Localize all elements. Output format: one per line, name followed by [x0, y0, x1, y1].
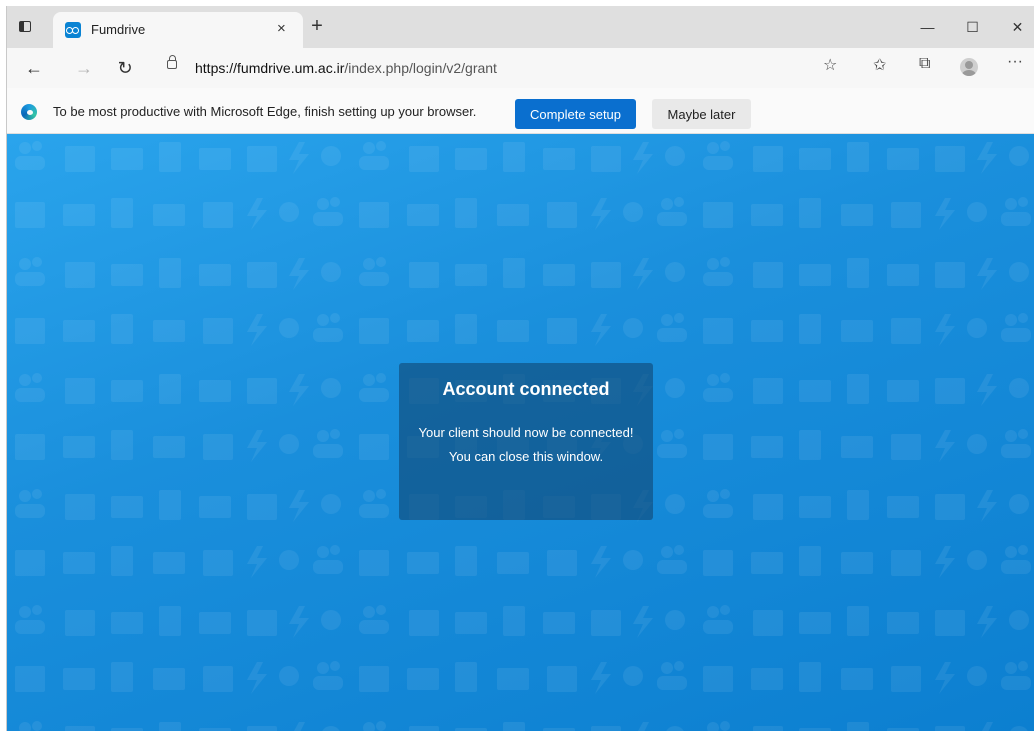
url-text[interactable]: https://fumdrive.um.ac.ir/index.php/logi… [195, 60, 497, 76]
minimize-button[interactable]: — [905, 12, 950, 42]
account-connected-dialog: Account connected Your client should now… [399, 363, 653, 520]
complete-setup-button[interactable]: Complete setup [515, 99, 636, 129]
dialog-message-line-2: You can close this window. [448, 449, 604, 464]
setup-infobar: To be most productive with Microsoft Edg… [7, 88, 1034, 134]
profile-avatar[interactable] [960, 58, 978, 76]
infobar-message: To be most productive with Microsoft Edg… [53, 104, 477, 119]
nextcloud-favicon-icon [65, 22, 81, 38]
lock-icon[interactable] [167, 55, 177, 69]
close-window-button[interactable]: ✕ [995, 12, 1034, 42]
favorites-icon[interactable]: ✩ [873, 55, 886, 75]
dialog-message-line-1: Your client should now be connected! [418, 425, 634, 440]
add-favorite-icon[interactable]: ☆ [823, 55, 837, 75]
maximize-button[interactable]: ☐ [950, 12, 995, 42]
dialog-title: Account connected [442, 379, 610, 399]
refresh-button[interactable]: ↻ [112, 56, 138, 80]
back-button[interactable]: ← [21, 56, 47, 80]
new-tab-button[interactable]: + [305, 15, 329, 38]
edge-logo-icon [21, 104, 37, 120]
navigation-bar: ← → ↻ https://fumdrive.um.ac.ir/index.ph… [7, 48, 1034, 88]
page-background: Account connected Your client should now… [7, 134, 1034, 731]
tab-actions-icon[interactable] [19, 21, 31, 32]
forward-button[interactable]: → [71, 56, 97, 80]
tab-fumdrive[interactable]: Fumdrive × [53, 12, 303, 48]
browser-window: Fumdrive × + — ☐ ✕ ← → ↻ https://fumdriv… [6, 6, 1034, 731]
maybe-later-button[interactable]: Maybe later [652, 99, 751, 129]
more-menu-icon[interactable]: ··· [1007, 53, 1023, 71]
tab-strip: Fumdrive × + — ☐ ✕ [7, 6, 1034, 48]
address-bar[interactable]: https://fumdrive.um.ac.ir/index.php/logi… [155, 54, 855, 82]
tab-close-icon[interactable]: × [277, 20, 286, 37]
tab-title: Fumdrive [91, 22, 146, 37]
collections-icon[interactable]: ⧉ [919, 55, 930, 73]
